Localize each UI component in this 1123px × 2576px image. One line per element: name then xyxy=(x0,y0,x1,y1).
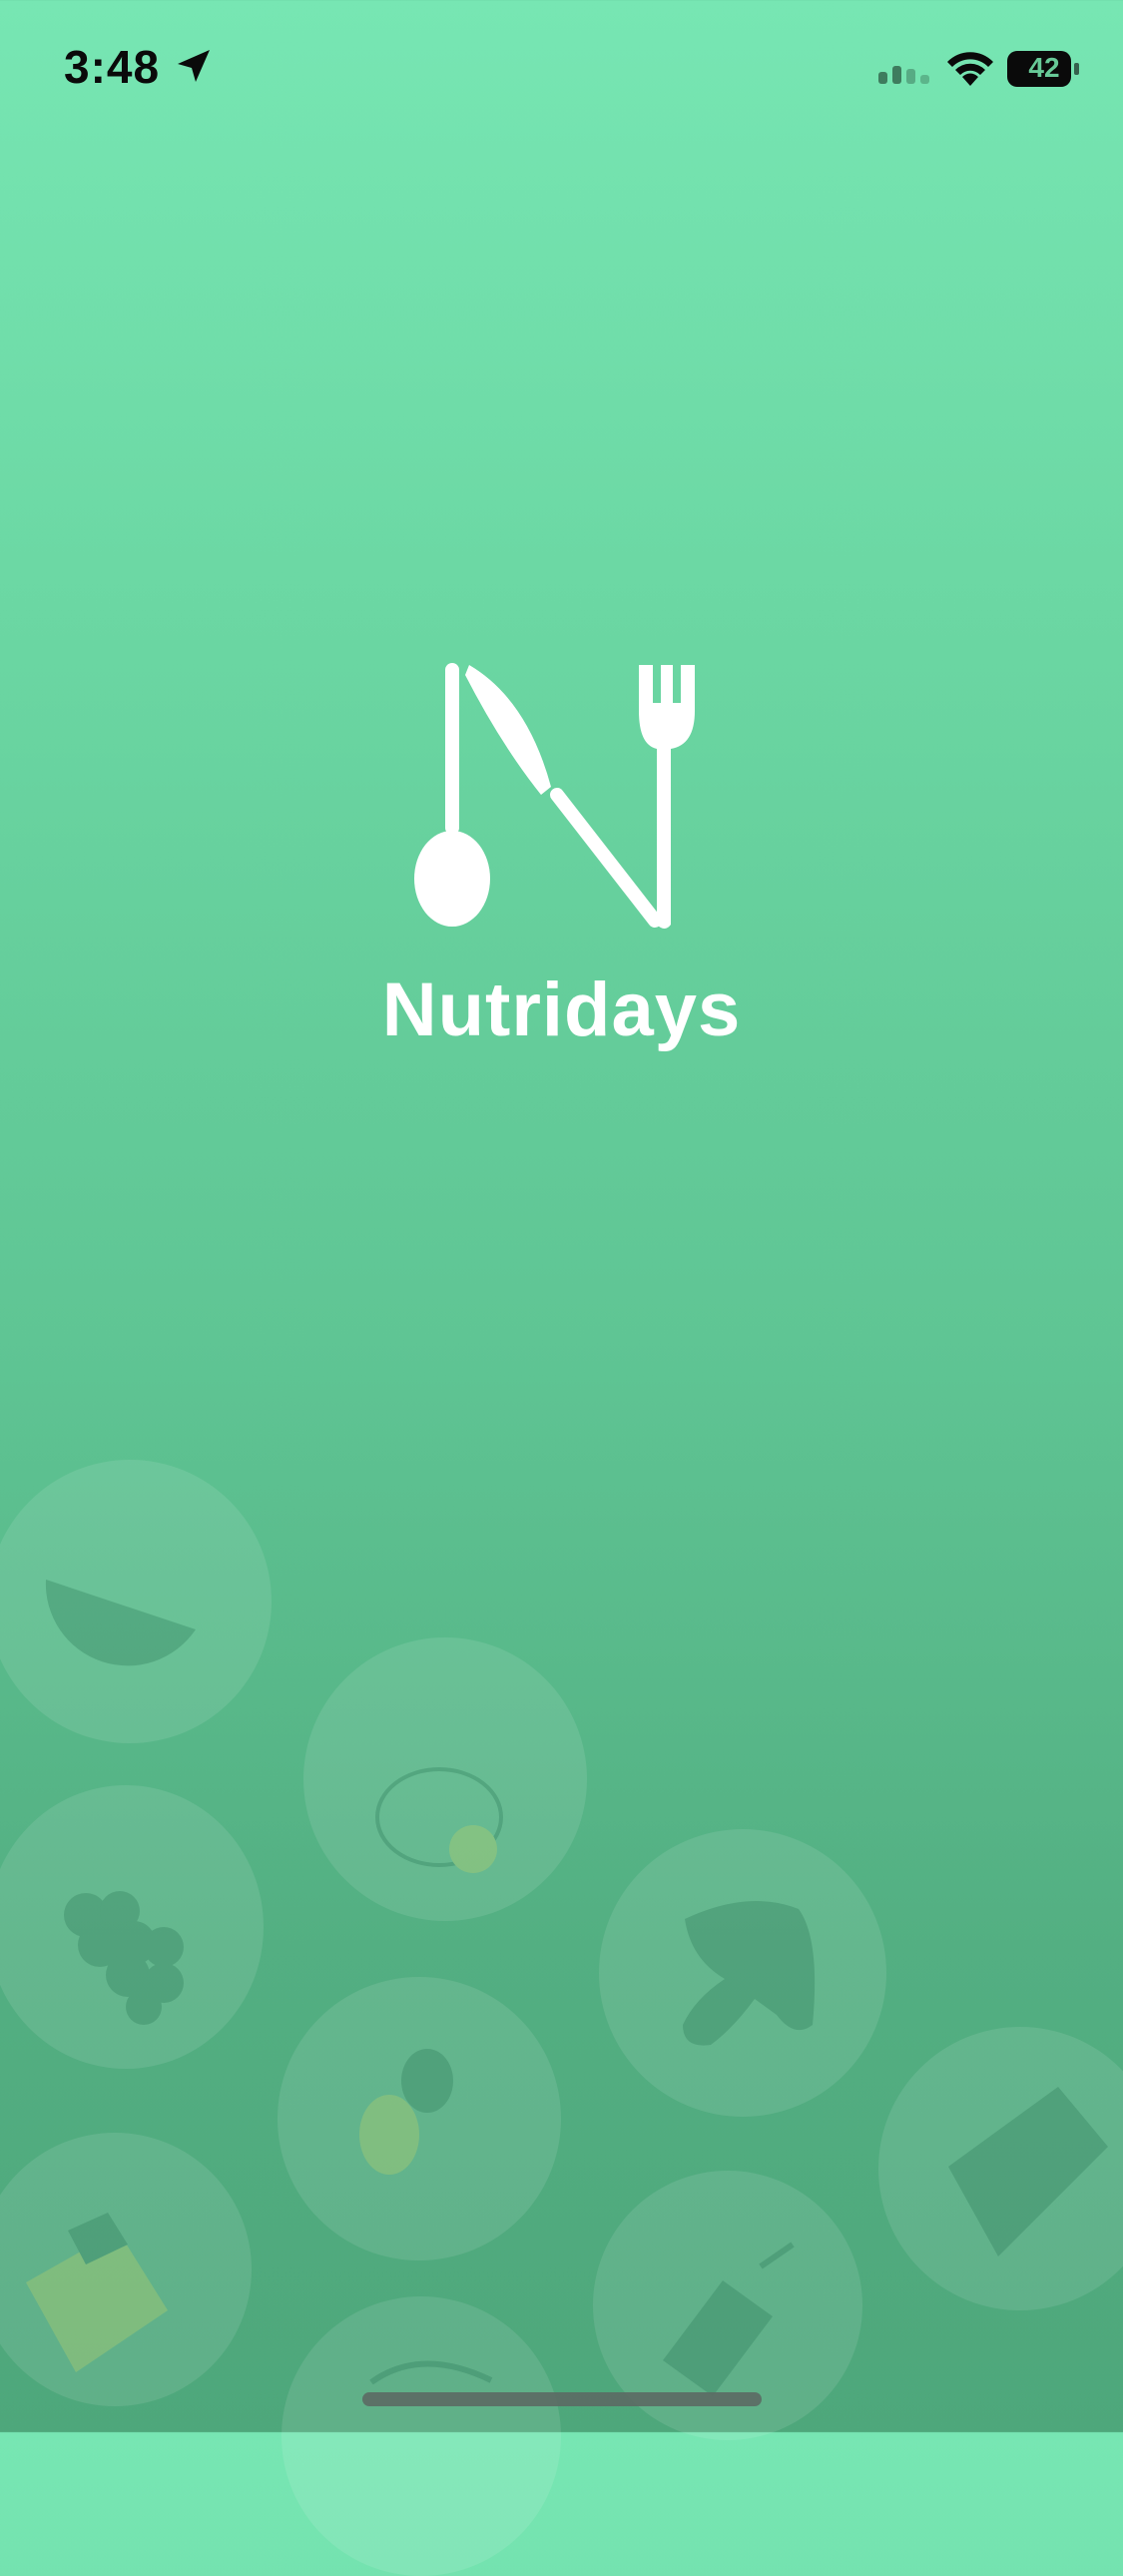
bg-circle-avocado xyxy=(278,1977,561,2260)
noodles-icon xyxy=(369,2360,493,2385)
watermelon-icon xyxy=(45,1580,197,1666)
wifi-icon xyxy=(947,52,993,86)
grapes-icon xyxy=(64,1891,184,2025)
bg-circle-grapes xyxy=(0,1785,264,2069)
utensils-n-logo-icon xyxy=(414,663,695,929)
app-name: Nutridays xyxy=(381,967,742,1052)
fried-egg-icon xyxy=(375,1767,503,1873)
status-time: 3:48 xyxy=(64,41,161,93)
avocado-icon xyxy=(359,2049,453,2175)
cellular-signal-icon xyxy=(878,66,929,84)
vegetable-box-icon xyxy=(26,2213,168,2372)
bread-icon xyxy=(948,2087,1108,2256)
bg-circle-mushroom xyxy=(599,1829,886,2117)
battery-level: 42 xyxy=(1028,52,1060,83)
bg-circle-egg xyxy=(303,1637,587,1921)
bg-circle-bread xyxy=(878,2027,1123,2310)
mushroom-icon xyxy=(683,1901,816,2046)
location-arrow-icon xyxy=(178,50,210,82)
bg-circle-noodles xyxy=(281,2296,561,2576)
bg-circle-vegetables xyxy=(0,2133,252,2406)
home-indicator[interactable] xyxy=(362,2392,762,2406)
bg-circle-watermelon xyxy=(0,1460,272,1743)
status-bar: 3:48 42 xyxy=(0,0,1123,140)
